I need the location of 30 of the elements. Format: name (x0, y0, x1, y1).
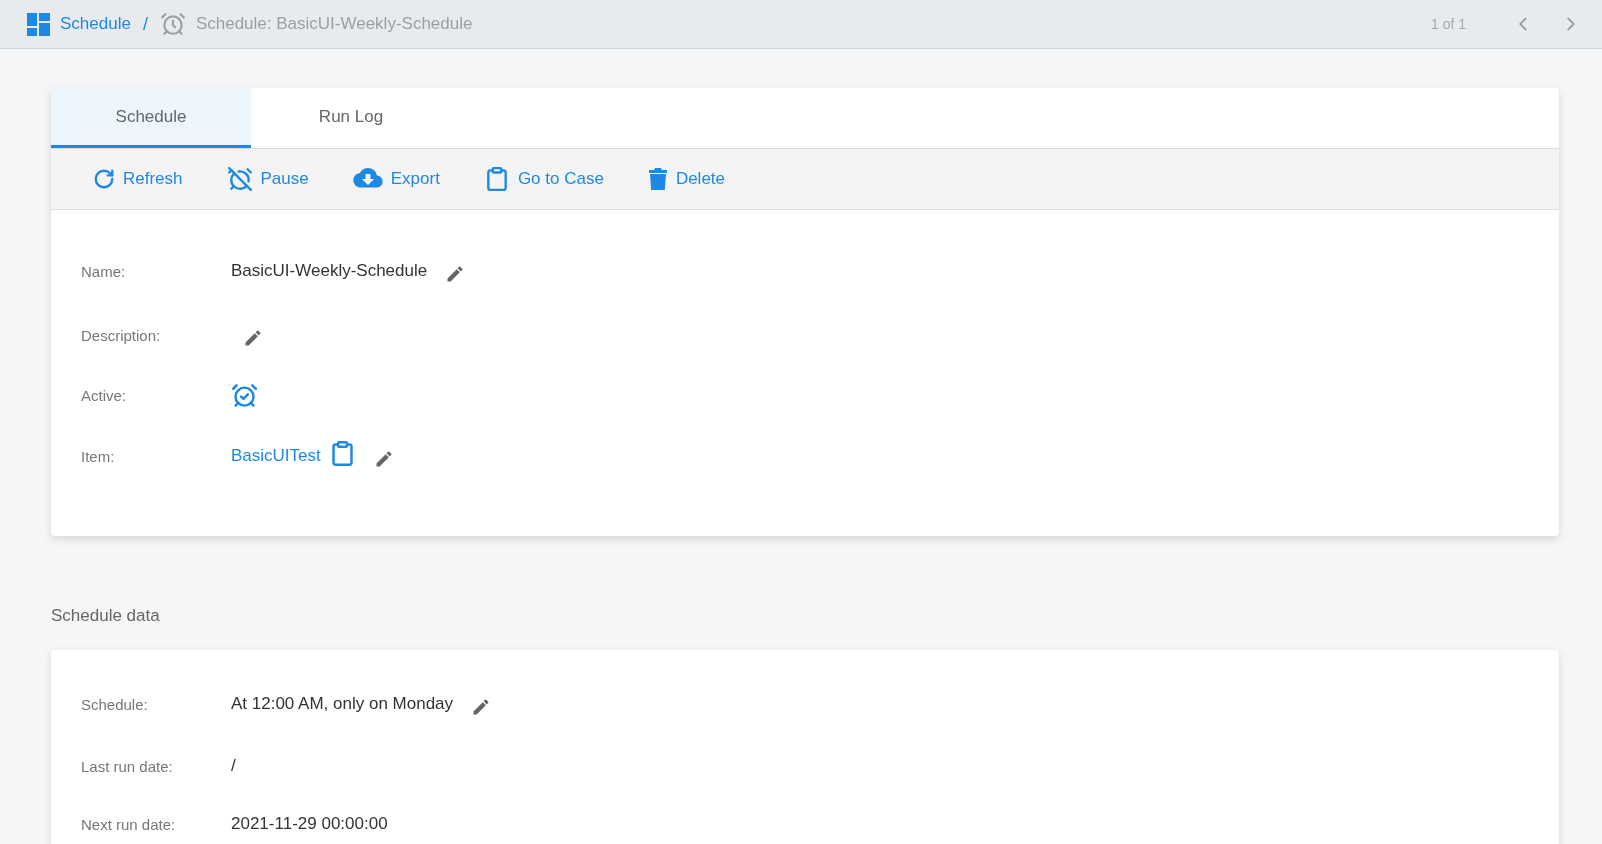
field-value: / (231, 756, 236, 776)
breadcrumb-separator: / (142, 13, 148, 35)
trash-icon (647, 167, 668, 191)
refresh-icon (93, 168, 115, 190)
field-label: Name: (81, 262, 127, 280)
field-label: Description: (81, 326, 162, 344)
field-label: Active: (81, 386, 127, 404)
field-label: Schedule: (81, 695, 149, 713)
toolbar-button[interactable]: Export (352, 168, 440, 190)
field-value: BasicUI-Weekly-Schedule (231, 261, 428, 281)
section-title: Schedule data (51, 606, 161, 626)
field-value: 2021-11-29 00:00:00 (231, 814, 388, 834)
grid-logo-icon (27, 12, 50, 36)
clock-icon (159, 11, 186, 37)
breadcrumb-current: Schedule: BasicUI-Weekly-Schedule (195, 14, 473, 34)
toolbar-button[interactable]: Delete (647, 167, 725, 191)
toolbar-button[interactable]: Refresh (93, 168, 183, 190)
toolbar-button[interactable]: Pause (226, 166, 309, 192)
edit-icon[interactable] (243, 328, 263, 348)
cloud-download-icon (352, 168, 383, 190)
field-label: Next run date: (81, 815, 177, 833)
toolbar-button[interactable]: Go to Case (483, 166, 604, 192)
item-link[interactable]: BasicUITest (231, 446, 321, 466)
alarm-off-icon (226, 166, 253, 192)
breadcrumb-link[interactable]: Schedule (60, 14, 131, 34)
field-label: Item: (81, 447, 116, 465)
field-label: Last run date: (81, 757, 174, 775)
pager-text: 1 of 1 (1430, 16, 1466, 32)
tab[interactable]: Schedule (51, 88, 251, 148)
field-value: At 12:00 AM, only on Monday (231, 694, 454, 714)
